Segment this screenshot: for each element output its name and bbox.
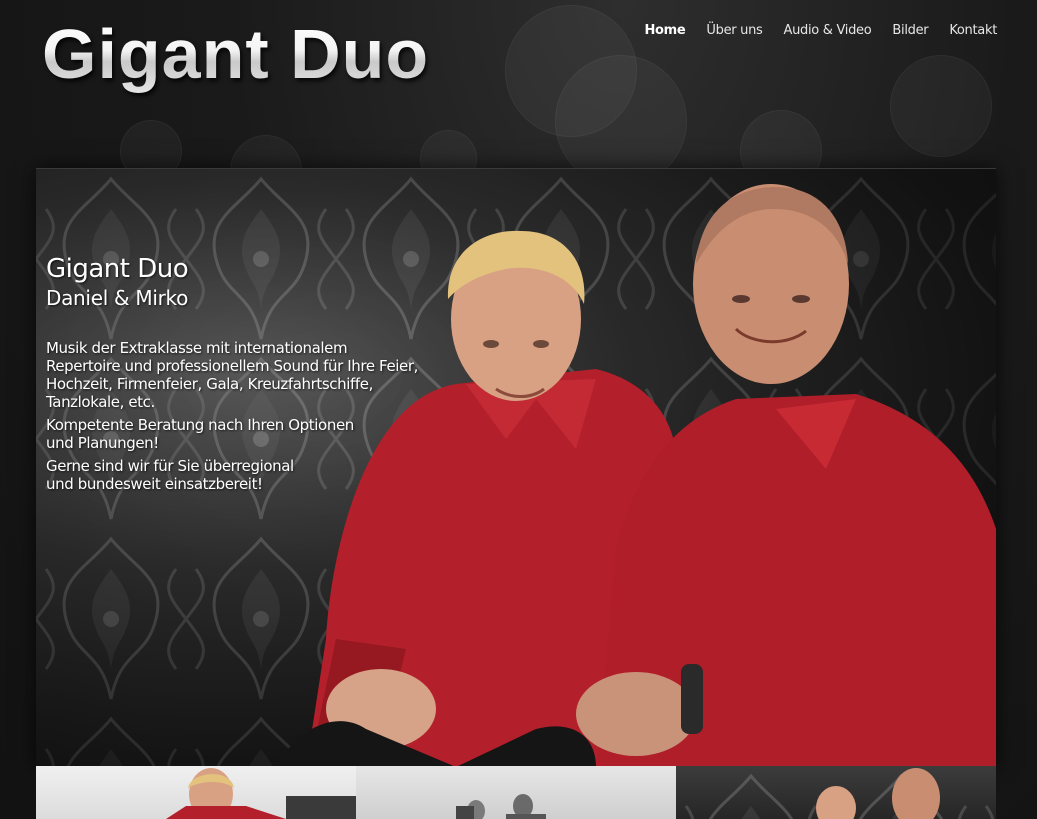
hero-paragraph-beratung: Kompetente Beratung nach Ihren Optionen … (46, 416, 466, 452)
thumbnail-image (676, 766, 996, 819)
hero-text-line: Gerne sind wir für Sie überregional (46, 457, 294, 475)
main-nav: Home Über uns Audio & Video Bilder Konta… (623, 22, 997, 40)
site-logo[interactable]: Gigant Duo (42, 14, 429, 94)
hero-banner: Gigant Duo Daniel & Mirko Musik der Extr… (36, 168, 996, 767)
gallery-thumbnails (36, 766, 996, 819)
hero-text-line: Repertoire und professionellem Sound für… (46, 357, 419, 375)
hero-text-line: Kompetente Beratung nach Ihren Optionen (46, 416, 354, 434)
hero-title: Gigant Duo (46, 254, 189, 284)
hero-paragraph-einsatz: Gerne sind wir für Sie überregional und … (46, 457, 466, 493)
hero-subtitle: Daniel & Mirko (46, 286, 189, 310)
nav-item-audio-video[interactable]: Audio & Video (763, 22, 872, 40)
hero-text-block: Gigant Duo Daniel & Mirko Musik der Extr… (46, 253, 466, 498)
bokeh-decoration (890, 55, 992, 157)
gallery-thumbnail[interactable] (356, 766, 676, 819)
hero-text-line: und bundesweit einsatzbereit! (46, 475, 263, 493)
hero-text-line: Hochzeit, Firmenfeier, Gala, Kreuzfahrts… (46, 375, 373, 393)
hero-text-line: Tanzlokale, etc. (46, 393, 155, 411)
hero-text-line: und Planungen! (46, 434, 159, 452)
gallery-thumbnail[interactable] (36, 766, 356, 819)
nav-item-kontakt[interactable]: Kontakt (928, 22, 997, 40)
thumbnail-image (166, 768, 356, 819)
thumbnail-image (456, 794, 546, 819)
nav-item-bilder[interactable]: Bilder (871, 22, 928, 40)
nav-item-ueber-uns[interactable]: Über uns (685, 22, 762, 40)
gallery-thumbnail[interactable] (676, 766, 996, 819)
nav-item-home[interactable]: Home (623, 22, 685, 40)
hero-paragraph-repertoire: Musik der Extraklasse mit internationale… (46, 339, 466, 411)
page: Gigant Duo Home Über uns Audio & Video B… (0, 0, 1037, 819)
hero-text-line: Musik der Extraklasse mit internationale… (46, 339, 348, 357)
